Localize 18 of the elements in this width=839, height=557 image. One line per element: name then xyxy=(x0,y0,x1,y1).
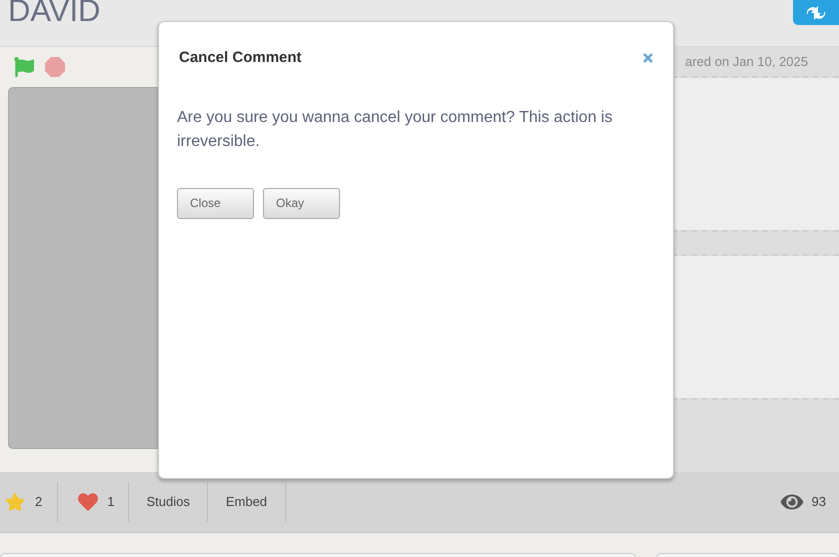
flag-icon[interactable] xyxy=(14,57,34,77)
embed-link[interactable]: Embed xyxy=(208,482,286,522)
star-icon[interactable] xyxy=(5,492,25,512)
dialog-title: Cancel Comment xyxy=(179,48,302,68)
project-title: DAVID xyxy=(8,0,100,30)
shared-date: ared on Jan 10, 2025 xyxy=(685,52,808,71)
remix-button[interactable] xyxy=(793,0,839,25)
dialog-message: Are you sure you wanna cancel your comment? This action is irreversible. xyxy=(176,108,614,152)
stop-icon[interactable] xyxy=(44,56,66,78)
heart-icon[interactable] xyxy=(77,492,100,512)
dialog-button[interactable]: Close xyxy=(177,188,254,218)
close-icon[interactable] xyxy=(643,53,653,64)
view-count: 93 xyxy=(812,493,826,512)
love-count: 1 xyxy=(107,493,114,512)
eye-icon xyxy=(780,492,804,512)
dialog-button[interactable]: Okay xyxy=(263,188,340,218)
studios-link[interactable]: Studios xyxy=(129,482,208,522)
star-count: 2 xyxy=(35,493,42,512)
